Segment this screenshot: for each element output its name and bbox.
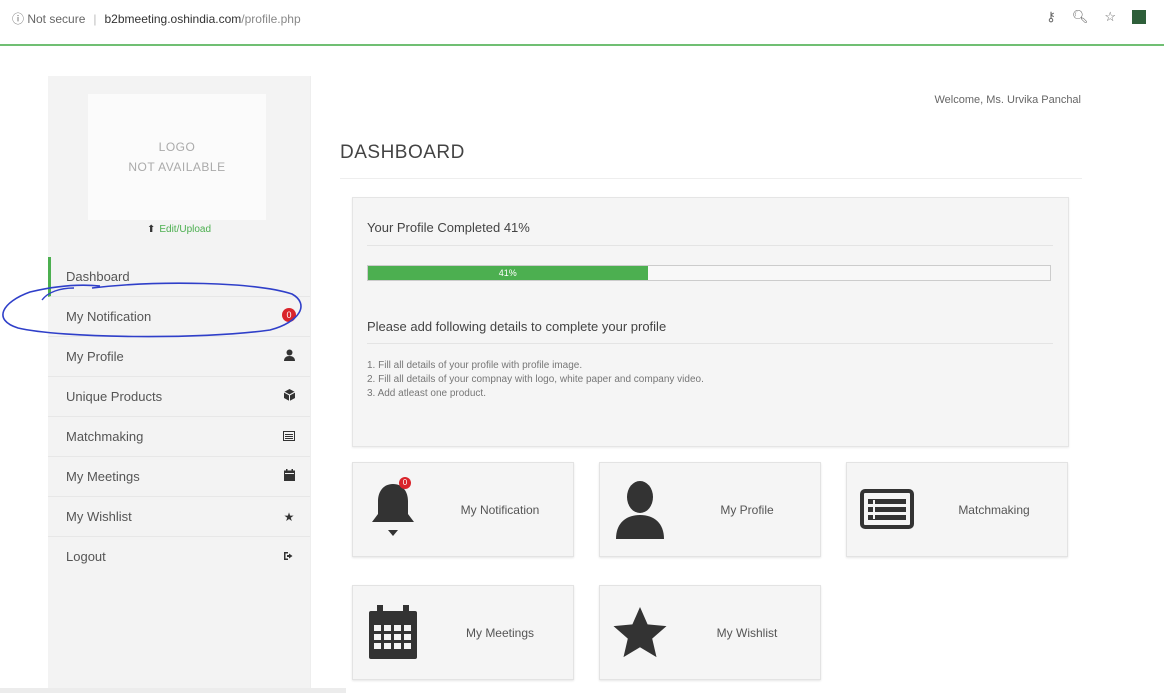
- edit-upload-label: Edit/Upload: [159, 224, 212, 235]
- tile-label: My Notification: [460, 502, 540, 517]
- star-icon: [610, 600, 670, 664]
- zoom-icon[interactable]: 🔍︎: [1072, 9, 1089, 25]
- sidebar-item-unique-products[interactable]: Unique Products: [48, 377, 310, 417]
- list-icon: [282, 430, 296, 444]
- task-item: 1. Fill all details of your profile with…: [367, 360, 583, 371]
- horizontal-scrollbar[interactable]: [0, 688, 346, 693]
- card-divider: [367, 343, 1053, 344]
- logout-icon: [282, 550, 296, 564]
- user-icon: [282, 349, 296, 364]
- profile-completion-subheading: Please add following details to complete…: [367, 319, 667, 334]
- info-icon[interactable]: ⓘ: [12, 10, 27, 27]
- bell-icon: [363, 477, 423, 541]
- sidebar-item-dashboard[interactable]: Dashboard: [48, 257, 310, 297]
- extension-icon[interactable]: [1132, 10, 1146, 24]
- sidebar-item-my-profile[interactable]: My Profile: [48, 337, 310, 377]
- sidebar-item-label: My Wishlist: [66, 509, 132, 524]
- tile-my-wishlist[interactable]: My Wishlist: [599, 585, 821, 680]
- tile-my-meetings[interactable]: My Meetings: [352, 585, 574, 680]
- notification-badge: 0: [399, 477, 411, 489]
- tile-label: My Meetings: [465, 625, 535, 640]
- notification-badge: 0: [282, 308, 296, 322]
- sidebar-item-label: Matchmaking: [66, 429, 144, 444]
- cube-icon: [282, 389, 296, 404]
- sidebar-item-label: My Notification: [66, 309, 152, 324]
- security-label: Not secure: [27, 11, 86, 26]
- list-icon: [857, 477, 917, 541]
- sidebar-nav: Dashboard My Notification 0 My Profile U…: [48, 257, 310, 576]
- sidebar-item-matchmaking[interactable]: Matchmaking: [48, 417, 310, 457]
- tile-label: Matchmaking: [958, 502, 1030, 517]
- sidebar-item-my-meetings[interactable]: My Meetings: [48, 457, 310, 497]
- main-content: Welcome, Ms. Urvika Panchal DASHBOARD Yo…: [310, 76, 1095, 693]
- profile-progress-bar: 41%: [367, 265, 1051, 281]
- url-area[interactable]: ⓘ Not secure | b2bmeeting.oshindia.com/p…: [12, 10, 301, 27]
- welcome-message: Welcome, Ms. Urvika Panchal: [934, 94, 1081, 106]
- logo-line-1: LOGO: [158, 140, 196, 154]
- url-path: /profile.php: [241, 11, 301, 26]
- sidebar-item-label: Dashboard: [66, 269, 130, 284]
- user-icon: [610, 477, 670, 541]
- task-item: 3. Add atleast one product.: [367, 388, 486, 399]
- tile-matchmaking[interactable]: Matchmaking: [846, 462, 1068, 557]
- sidebar-item-label: My Meetings: [66, 469, 140, 484]
- calendar-icon: [363, 600, 423, 664]
- sidebar-item-label: Unique Products: [66, 389, 163, 404]
- sidebar-item-my-notification[interactable]: My Notification 0: [48, 297, 310, 337]
- upload-icon: ⬆: [146, 224, 156, 235]
- logo-placeholder: LOGO NOT AVAILABLE: [88, 94, 266, 220]
- tile-label: My Wishlist: [716, 625, 778, 640]
- browser-address-bar[interactable]: ⓘ Not secure | b2bmeeting.oshindia.com/p…: [0, 0, 1164, 44]
- edit-upload-link[interactable]: ⬆ Edit/Upload: [48, 224, 310, 235]
- browser-actions: ⚷ 🔍︎ ☆: [1046, 9, 1146, 25]
- browser-divider: [0, 44, 1164, 46]
- key-icon[interactable]: ⚷: [1046, 9, 1056, 25]
- sidebar: LOGO NOT AVAILABLE ⬆ Edit/Upload Dashboar…: [48, 76, 310, 693]
- tile-my-profile[interactable]: My Profile: [599, 462, 821, 557]
- page-title: DASHBOARD: [340, 142, 465, 163]
- logo-line-2: NOT AVAILABLE: [128, 160, 226, 174]
- progress-fill: 41%: [368, 266, 648, 280]
- card-divider: [367, 245, 1053, 246]
- sidebar-item-label: Logout: [66, 549, 106, 564]
- url-host: b2bmeeting.oshindia.com: [104, 11, 242, 26]
- star-icon[interactable]: ☆: [1104, 9, 1116, 25]
- url-separator: |: [93, 11, 97, 26]
- profile-completion-heading: Your Profile Completed 41%: [367, 220, 530, 235]
- task-item: 2. Fill all details of your compnay with…: [367, 374, 704, 385]
- star-icon: ★: [283, 509, 295, 524]
- title-divider: [340, 178, 1082, 179]
- profile-task-list: 1. Fill all details of your profile with…: [367, 359, 704, 401]
- tile-my-notification[interactable]: 0 My Notification: [352, 462, 574, 557]
- sidebar-item-logout[interactable]: Logout: [48, 537, 310, 576]
- profile-completion-card: Your Profile Completed 41% 41% Please ad…: [352, 197, 1069, 447]
- tile-label: My Profile: [720, 502, 774, 517]
- calendar-icon: [282, 469, 296, 484]
- sidebar-item-my-wishlist[interactable]: My Wishlist ★: [48, 497, 310, 537]
- sidebar-item-label: My Profile: [66, 349, 124, 364]
